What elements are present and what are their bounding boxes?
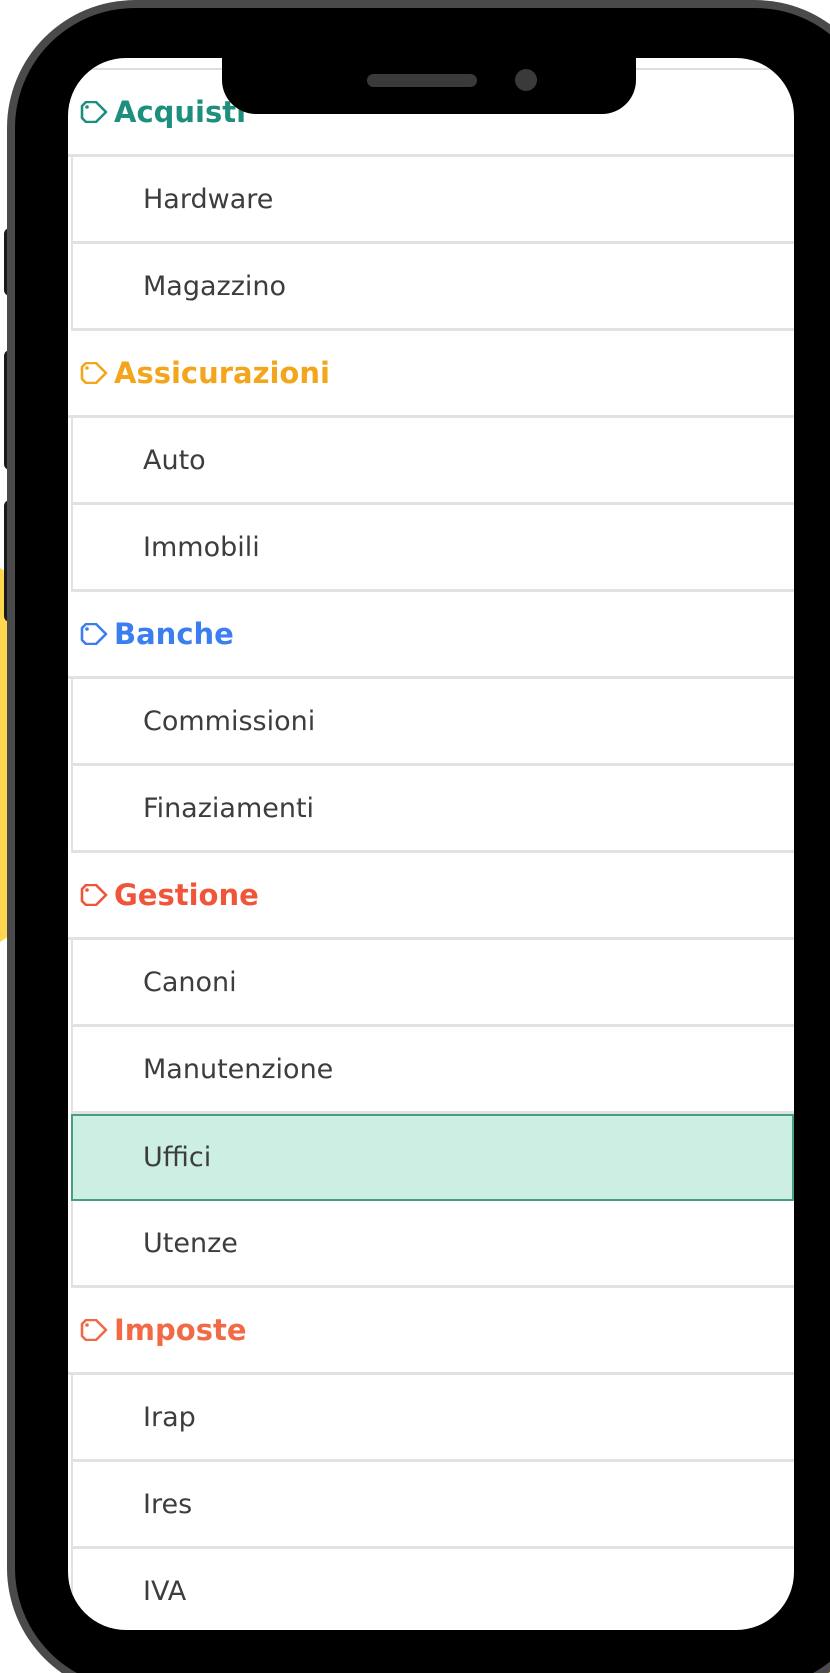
list-item-label: Auto — [143, 444, 206, 476]
tag-icon — [80, 884, 108, 906]
category-header-4[interactable]: Imposte — [68, 1288, 794, 1375]
list-item[interactable]: Irap — [71, 1375, 794, 1462]
list-item-label: Commissioni — [143, 705, 316, 737]
category-header-2[interactable]: Banche — [68, 592, 794, 679]
category-title: Acquisti — [114, 95, 247, 129]
list-item[interactable]: Canoni — [71, 940, 794, 1027]
list-item-label: Manutenzione — [143, 1053, 334, 1085]
tag-icon — [80, 1319, 108, 1341]
list-item-label: Canoni — [143, 966, 237, 998]
front-camera — [515, 69, 537, 91]
list-item-label: Magazzino — [143, 270, 287, 302]
list-item[interactable]: IVA — [71, 1549, 794, 1630]
scene: Acquisti Hardware Magazzino Assicurazioni Au… — [0, 0, 830, 1673]
category-header-3[interactable]: Gestione — [68, 853, 794, 940]
list-item-label: Uffici — [143, 1142, 212, 1173]
category-title: Imposte — [114, 1313, 247, 1347]
tag-icon — [80, 101, 108, 123]
category-title: Gestione — [114, 878, 259, 912]
list-item-label: Irap — [143, 1401, 196, 1433]
category-title: Assicurazioni — [114, 356, 330, 390]
phone-screen: Acquisti Hardware Magazzino Assicurazioni Au… — [68, 58, 794, 1630]
list-item-label: IVA — [143, 1575, 187, 1607]
list-item-label: Utenze — [143, 1227, 238, 1259]
list-item[interactable]: Commissioni — [71, 679, 794, 766]
list-item[interactable]: Magazzino — [71, 244, 794, 331]
category-title: Banche — [114, 617, 234, 651]
list-item[interactable]: Immobili — [71, 505, 794, 592]
list-item[interactable]: Manutenzione — [71, 1027, 794, 1114]
list-item[interactable]: Ires — [71, 1462, 794, 1549]
list-item[interactable]: Finaziamenti — [71, 766, 794, 853]
category-header-1[interactable]: Assicurazioni — [68, 331, 794, 418]
list-item[interactable]: Auto — [71, 418, 794, 505]
speaker-grille — [367, 74, 477, 87]
phone-notch — [222, 58, 636, 114]
list-item-label: Immobili — [143, 531, 260, 563]
list-item[interactable]: Uffici — [71, 1114, 794, 1201]
tag-icon — [80, 623, 108, 645]
category-list: Acquisti Hardware Magazzino Assicurazioni Au… — [68, 58, 794, 1630]
list-item[interactable]: Hardware — [71, 157, 794, 244]
list-item-label: Ires — [143, 1488, 193, 1520]
list-item-label: Finaziamenti — [143, 792, 315, 824]
list-item[interactable]: Utenze — [71, 1201, 794, 1288]
list-item-label: Hardware — [143, 183, 274, 215]
tag-icon — [80, 362, 108, 384]
